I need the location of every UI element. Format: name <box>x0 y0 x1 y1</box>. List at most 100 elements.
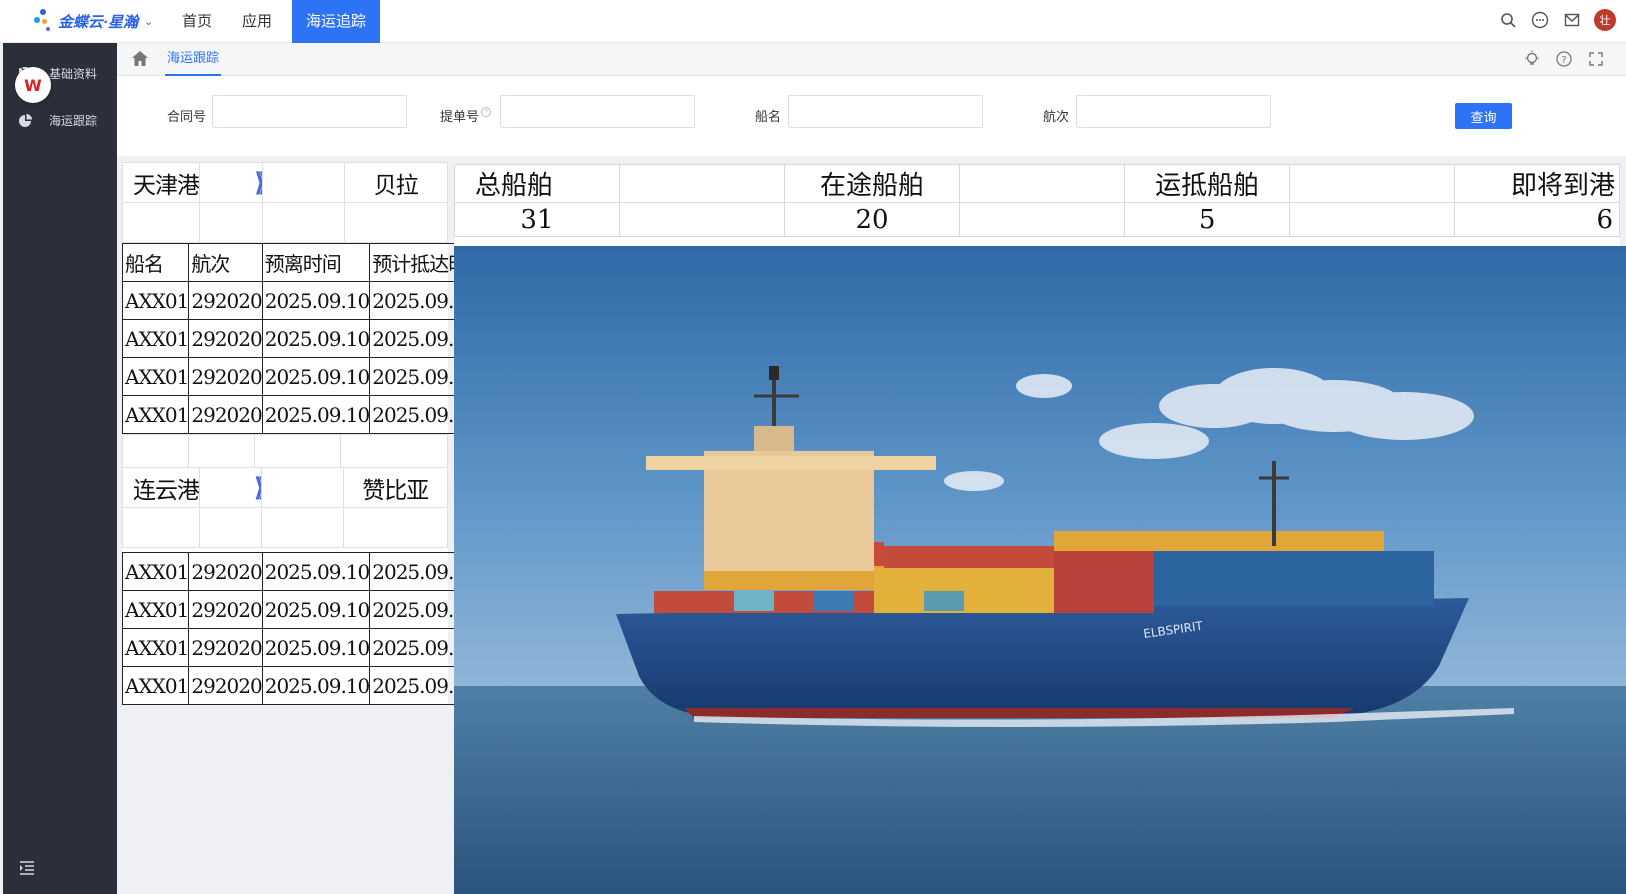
stat-label-arriving-soon: 即将到港 <box>1454 164 1620 203</box>
chevron-down-icon[interactable]: ⌄ <box>144 15 153 28</box>
bill-label: 提单号 <box>440 109 480 124</box>
query-button[interactable]: 查询 <box>1455 103 1512 129</box>
origin-port: 天津港 <box>122 162 200 203</box>
page-toolbar: ? <box>1522 49 1606 69</box>
stats-table: 总船舶 在途船舶 运抵船舶 即将到港 31 20 5 6 <box>454 164 1620 237</box>
table-header-row: 船名 航次 预离时间 预计抵达时间 <box>121 243 488 282</box>
table-cell: 292020 <box>188 395 263 434</box>
table-row[interactable]: AXX01 292020 2025.09.10 2025.09.11 <box>121 590 478 629</box>
table-row[interactable]: AXX01 292020 2025.09.10 2025.09.11 <box>121 666 478 705</box>
route-arrow-icon: ⟩⟩ <box>198 467 263 508</box>
route-panel-1: 天津港 ⟩⟩ 贝拉 船名 航次 预离时间 预计抵达时间 AXX01 292020 2… <box>121 162 488 473</box>
table-cell: AXX01 <box>121 281 190 320</box>
route-header: 天津港 ⟩⟩ 贝拉 <box>122 162 449 243</box>
top-toolbar: 壮 <box>1498 9 1616 31</box>
table-cell: 292020 <box>188 552 263 591</box>
ship-stats-panel: 总船舶 在途船舶 运抵船舶 即将到港 31 20 5 6 <box>454 164 1620 246</box>
table-cell: 2025.09.10 <box>261 357 371 396</box>
table-row[interactable]: AXX01 292020 2025.09.10 2025.09.11 <box>121 552 478 591</box>
table-cell: 2025.09.10 <box>261 281 371 320</box>
top-bar: 金蝶云·星瀚 ⌄ 首页 应用 海运追踪 壮 <box>0 0 1626 43</box>
table-cell: 2025.09.10 <box>261 395 371 434</box>
table-cell: AXX01 <box>121 628 190 667</box>
filter-bar: 合同号 提单号 ? 船名 航次 查询 <box>117 76 1626 156</box>
origin-port: 连云港 <box>122 467 200 508</box>
table-cell: 292020 <box>188 628 263 667</box>
svg-text:?: ? <box>1561 55 1566 66</box>
tab-shipping-tracking[interactable]: 海运跟踪 <box>165 43 222 76</box>
table-cell: 292020 <box>188 319 263 358</box>
column-header: 航次 <box>188 243 263 282</box>
table-cell: AXX01 <box>121 666 190 705</box>
sidebar-item-label: 基础资料 <box>49 67 98 81</box>
table-cell: 292020 <box>188 357 263 396</box>
table-cell: AXX01 <box>121 590 190 629</box>
container-ship-photo: ELBSPIRIT <box>454 246 1626 894</box>
table-cell: 2025.09.10 <box>261 590 371 629</box>
stat-label-total: 总船舶 <box>454 164 620 203</box>
stats-value-row: 31 20 5 6 <box>454 202 1620 237</box>
table-cell: 2025.09.10 <box>261 319 371 358</box>
inbox-icon[interactable] <box>1562 10 1582 30</box>
route-arrow-icon: ⟩⟩ <box>199 162 263 203</box>
chat-icon[interactable] <box>1530 10 1550 30</box>
fullscreen-icon[interactable] <box>1586 49 1606 69</box>
nav-home[interactable]: 首页 <box>168 0 226 43</box>
help-icon[interactable]: ? <box>1554 49 1574 69</box>
nav-apps[interactable]: 应用 <box>228 0 286 43</box>
stat-value-arriving-soon: 6 <box>1454 202 1620 237</box>
table-cell: 2025.09.10 <box>261 628 371 667</box>
info-icon[interactable]: ? <box>481 107 491 117</box>
table-cell: AXX01 <box>121 357 190 396</box>
table-row[interactable]: AXX01 292020 2025.09.10 2025.09.11 <box>121 628 478 667</box>
table-cell: AXX01 <box>121 552 190 591</box>
wps-badge-icon[interactable]: W <box>15 67 51 103</box>
stat-value-arrived: 5 <box>1124 202 1291 237</box>
schedule-table: AXX01 292020 2025.09.10 2025.09.11 AXX01 292… <box>121 552 478 705</box>
lightbulb-icon[interactable] <box>1522 49 1542 69</box>
table-cell: AXX01 <box>121 395 190 434</box>
ship-label: 船名 <box>755 109 782 124</box>
table-cell: 2025.09.10 <box>261 552 371 591</box>
table-row[interactable]: AXX01 292020 2025.09.10 2025.09.11 <box>121 319 488 358</box>
pie-chart-icon <box>17 113 33 129</box>
column-header: 预离时间 <box>261 243 371 282</box>
collapse-menu-icon[interactable] <box>19 861 35 880</box>
contract-input[interactable] <box>212 95 407 128</box>
ship-name-input[interactable] <box>788 95 983 128</box>
bill-input[interactable] <box>500 95 695 128</box>
breadcrumb: 海运跟踪 ? <box>117 43 1626 76</box>
logo-text: 金蝶云·星瀚 <box>58 13 138 31</box>
destination-port: 贝拉 <box>343 162 449 203</box>
table-row[interactable]: AXX01 292020 2025.09.10 2025.09.11 <box>121 395 488 434</box>
table-row[interactable]: AXX01 292020 2025.09.10 2025.09.11 <box>121 281 488 320</box>
table-cell: AXX01 <box>121 319 190 358</box>
stat-value-total: 31 <box>454 202 620 237</box>
schedule-table: 船名 航次 预离时间 预计抵达时间 AXX01 292020 2025.09.10 2… <box>121 243 488 434</box>
user-avatar[interactable]: 壮 <box>1594 9 1616 31</box>
route-panel-2: 连云港 ⟩⟩ 赞比亚 AXX01 292020 2025.09.10 2025.09.… <box>121 467 478 705</box>
sidebar-item-label: 海运跟踪 <box>49 114 98 128</box>
table-row[interactable]: AXX01 292020 2025.09.10 2025.09.11 <box>121 357 488 396</box>
table-cell: 2025.09.10 <box>261 666 371 705</box>
search-icon[interactable] <box>1498 10 1518 30</box>
contract-label: 合同号 <box>167 109 207 124</box>
route-header: 连云港 ⟩⟩ 赞比亚 <box>122 467 449 548</box>
destination-port: 赞比亚 <box>342 467 449 508</box>
app-logo[interactable]: 金蝶云·星瀚 ⌄ <box>32 6 153 36</box>
voyage-input[interactable] <box>1076 95 1271 128</box>
table-cell: 292020 <box>188 590 263 629</box>
logo-mark-icon <box>32 9 54 33</box>
table-cell: 292020 <box>188 281 263 320</box>
nav-shipping-tracking[interactable]: 海运追踪 <box>292 0 381 43</box>
home-icon[interactable] <box>131 50 149 72</box>
sidebar: W 基础资料 海运跟踪 <box>0 43 117 894</box>
stats-label-row: 总船舶 在途船舶 运抵船舶 即将到港 <box>454 164 1620 203</box>
sidebar-item-shipping-tracking[interactable]: 海运跟踪 <box>17 112 97 129</box>
column-header: 船名 <box>121 243 190 282</box>
stat-value-in-transit: 20 <box>783 202 961 237</box>
stat-label-arrived: 运抵船舶 <box>1124 164 1291 203</box>
table-cell: 292020 <box>188 666 263 705</box>
voyage-label: 航次 <box>1043 109 1070 124</box>
stat-label-in-transit: 在途船舶 <box>783 164 961 203</box>
